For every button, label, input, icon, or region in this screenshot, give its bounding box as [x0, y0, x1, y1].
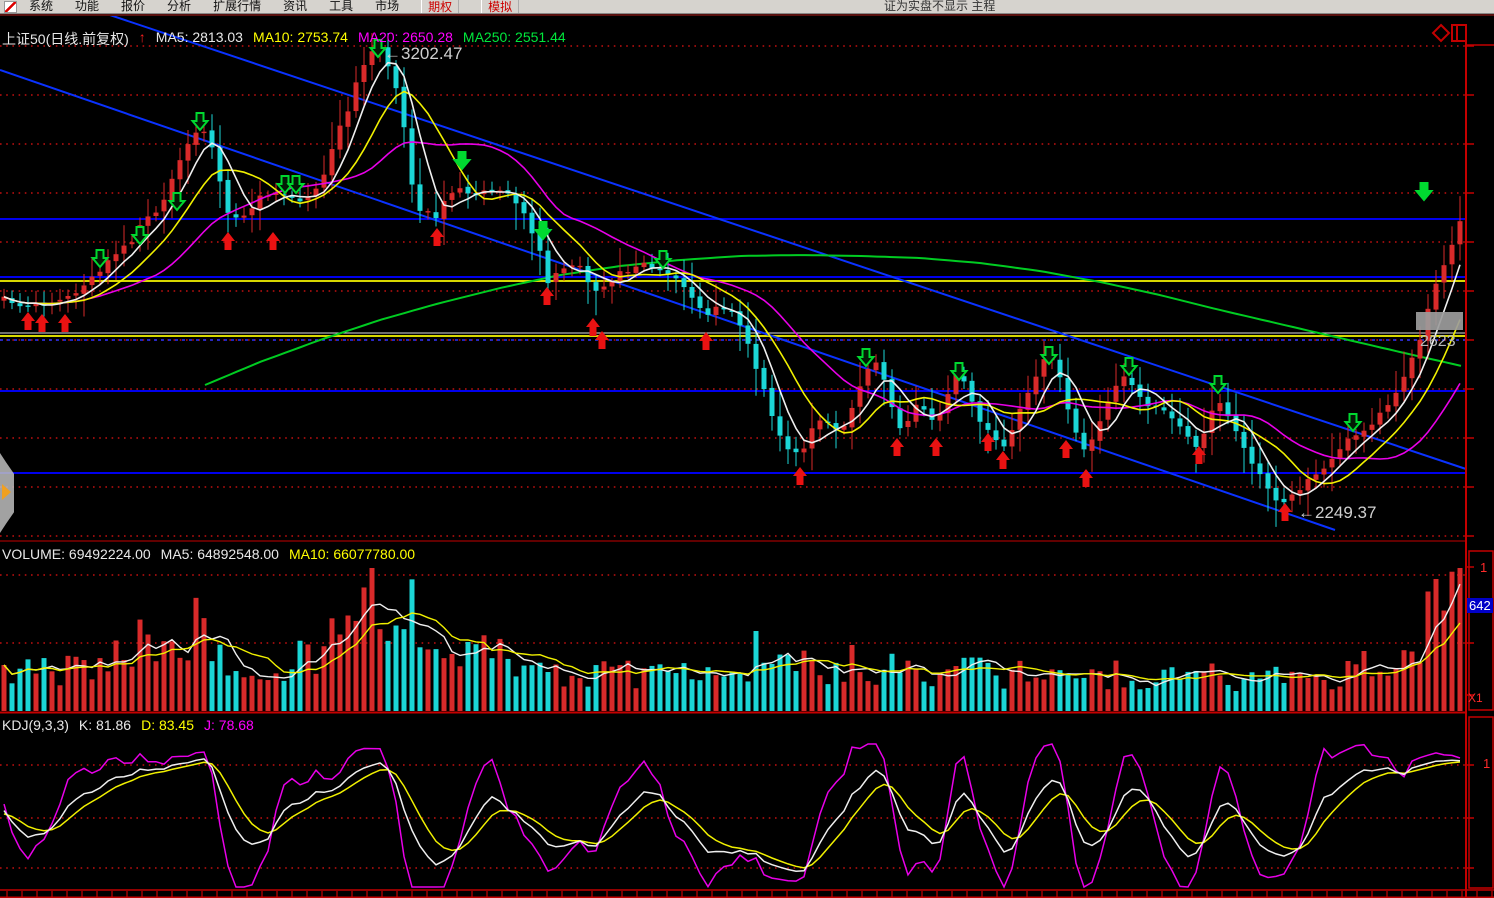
menu-item-extended[interactable]: 扩展行情 — [213, 0, 261, 14]
kdj-axis-top-tick: 1 — [1483, 756, 1490, 771]
expand-arrow-icon — [2, 484, 11, 500]
window-layout-icon — [1452, 25, 1466, 41]
sell-arrow-icon — [193, 113, 208, 130]
buy-arrow-icon — [1278, 503, 1292, 521]
buy-arrow-icon — [793, 467, 807, 485]
ma20-line — [4, 142, 1460, 459]
menu-item-analysis[interactable]: 分析 — [167, 0, 191, 14]
buy-arrow-icon — [430, 228, 444, 246]
menu-right-note: 证为实盘不显示 主程 — [884, 0, 995, 14]
buy-arrow-icon — [699, 332, 713, 350]
sell-arrow-icon — [133, 227, 148, 244]
volume-bars — [2, 568, 1463, 711]
volume-axis-current-badge: 642 — [1467, 598, 1493, 613]
main-chart-header: 上证50(日线.前复权) ↑ MA5: 2813.03 MA10: 2753.7… — [2, 29, 566, 49]
kdj-j-value: J: 78.68 — [204, 717, 254, 733]
menu-item-news[interactable]: 资讯 — [283, 0, 307, 14]
buy-arrow-icon — [981, 433, 995, 451]
trend-lines — [0, 0, 1466, 530]
price-line-label: 2623 — [1420, 333, 1456, 351]
volume-value: VOLUME: 69492224.00 — [2, 546, 151, 562]
buy-arrow-icon — [35, 314, 49, 332]
volume-panel-header: VOLUME: 69492224.00 MA5: 64892548.00 MA1… — [2, 546, 415, 562]
ma5-line — [4, 63, 1460, 496]
volume-axis-top-tick: 1 — [1480, 560, 1487, 575]
volume-ma5-value: MA5: 64892548.00 — [161, 546, 279, 562]
buy-arrow-icon — [221, 232, 235, 250]
kdj-label: KDJ(9,3,3) — [2, 717, 69, 733]
ma5-value: MA5: 2813.03 — [156, 29, 243, 49]
ma10-value: MA10: 2753.74 — [253, 29, 348, 49]
sell-arrow-icon — [859, 349, 874, 366]
ma250-value: MA250: 2551.44 — [463, 29, 566, 49]
menu-item-function[interactable]: 功能 — [75, 0, 99, 14]
kline-chart-canvas[interactable] — [0, 0, 1494, 898]
buy-arrow-icon — [540, 287, 554, 305]
low-price-annotation: ←2249.37 — [1298, 503, 1376, 523]
kdj-d-line — [4, 762, 1460, 868]
kdj-d-value: D: 83.45 — [141, 717, 194, 733]
menu-item-quotes[interactable]: 报价 — [121, 0, 145, 14]
sell-arrow-icon — [93, 250, 108, 267]
symbol-title: 上证50(日线.前复权) — [2, 29, 129, 49]
buy-arrow-icon — [21, 312, 35, 330]
sell-arrow-icon — [1417, 183, 1432, 200]
sell-arrow-icon — [289, 176, 304, 193]
menu-item-options[interactable]: 期权 — [421, 0, 459, 14]
ma20-value: MA20: 2650.28 — [358, 29, 453, 49]
trading-app-window: 系统 功能 报价 分析 扩展行情 资讯 工具 市场 期权 模拟 证为实盘不显示 … — [0, 0, 1494, 898]
volume-axis-unit: X1 — [1468, 691, 1483, 705]
menu-item-market[interactable]: 市场 — [375, 0, 399, 14]
sell-arrow-icon — [455, 152, 470, 169]
buy-arrow-icon — [58, 314, 72, 332]
menu-item-simulate[interactable]: 模拟 — [481, 0, 519, 14]
buy-arrow-icon — [1059, 440, 1073, 458]
menu-separator — [0, 14, 1494, 16]
menu-bar: 系统 功能 报价 分析 扩展行情 资讯 工具 市场 期权 模拟 证为实盘不显示 … — [0, 0, 1494, 14]
volume-ma10-value: MA10: 66077780.00 — [289, 546, 415, 562]
buy-arrow-icon — [595, 331, 609, 349]
kdj-panel-header: KDJ(9,3,3) K: 81.86 D: 83.45 J: 78.68 — [2, 717, 254, 733]
chart-corner-icons[interactable] — [1433, 25, 1466, 41]
ma250-line — [205, 255, 1461, 385]
buy-arrow-icon — [1079, 469, 1093, 487]
menu-item-system[interactable]: 系统 — [29, 0, 53, 14]
price-line-drag-handle[interactable] — [1416, 312, 1463, 330]
kdj-k-value: K: 81.86 — [79, 717, 131, 733]
buy-arrow-icon — [890, 438, 904, 456]
candlestick-series — [2, 33, 1463, 527]
diamond-tool-icon — [1433, 25, 1449, 41]
up-arrow-icon: ↑ — [139, 29, 146, 49]
menu-item-tools[interactable]: 工具 — [329, 0, 353, 14]
buy-arrow-icon — [929, 438, 943, 456]
app-logo-icon[interactable] — [4, 1, 17, 13]
buy-arrow-icon — [996, 451, 1010, 469]
buy-arrow-icon — [266, 232, 280, 250]
